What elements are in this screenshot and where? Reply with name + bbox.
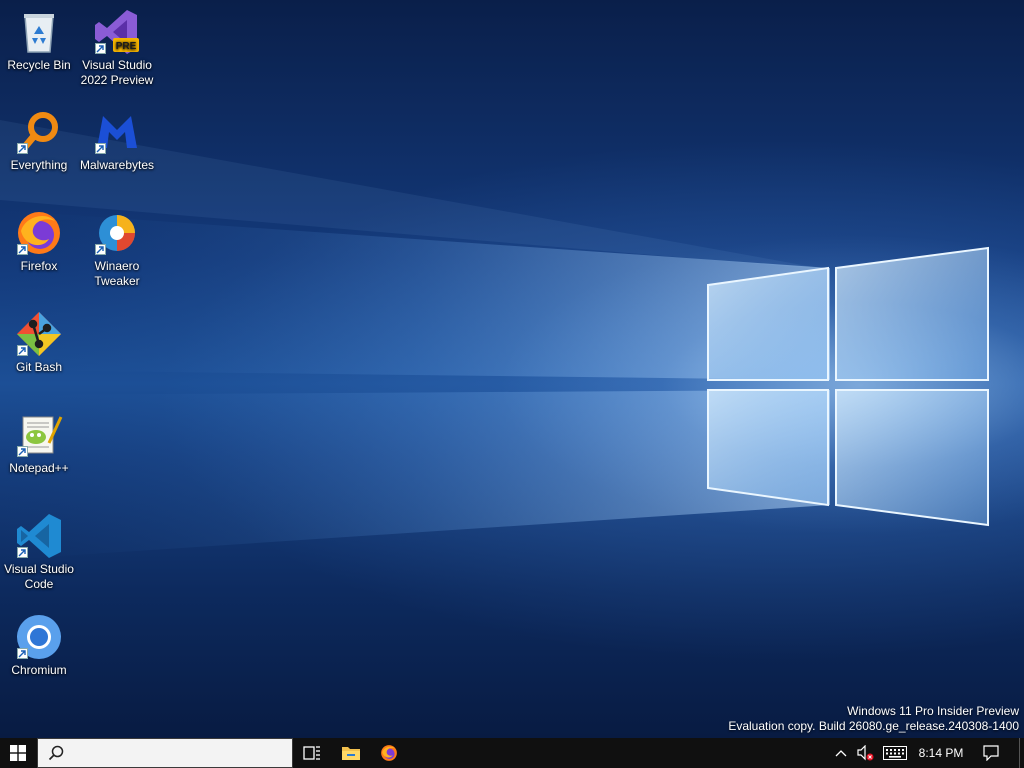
task-view-icon: [303, 746, 320, 760]
desktop-icon-chromium[interactable]: Chromium: [0, 613, 78, 678]
visual-studio-preview-icon: PRE: [93, 8, 141, 56]
preview-badge: PRE: [116, 41, 137, 52]
desktop-icon-label: Git Bash: [15, 360, 63, 374]
chromium-icon: [15, 613, 63, 661]
taskbar-clock[interactable]: 8:14 PM: [912, 738, 970, 768]
shortcut-arrow-icon: [17, 446, 28, 457]
winaero-tweaker-icon: [93, 209, 141, 257]
desktop-icon-firefox[interactable]: Firefox: [0, 209, 78, 274]
show-desktop-button[interactable]: [1019, 738, 1024, 768]
windows-logo-icon: [10, 745, 26, 761]
malwarebytes-icon: [93, 108, 141, 156]
shortcut-arrow-icon: [95, 43, 106, 54]
desktop-icon-vscode[interactable]: Visual Studio Code: [0, 512, 78, 592]
shortcut-arrow-icon: [95, 244, 106, 255]
shortcut-arrow-icon: [17, 244, 28, 255]
shortcut-arrow-icon: [17, 648, 28, 659]
desktop-icon-malwarebytes[interactable]: Malwarebytes: [78, 108, 156, 173]
start-button[interactable]: [0, 738, 36, 768]
desktop-icon-label: Notepad++: [9, 461, 69, 475]
git-bash-icon: [15, 310, 63, 358]
search-icon: [48, 745, 64, 761]
volume-button[interactable]: [854, 738, 878, 768]
desktop-icon-label: Visual Studio: [82, 58, 152, 72]
notepad-plus-plus-icon: [15, 411, 63, 459]
desktop-icon-label: Malwarebytes: [79, 158, 155, 172]
shortcut-arrow-icon: [17, 547, 28, 558]
firefox-icon: [381, 745, 397, 761]
desktop-icon-label: Chromium: [11, 663, 67, 677]
desktop-icon-label: Winaero: [94, 259, 140, 273]
watermark-edition: Windows 11 Pro Insider Preview: [847, 704, 1019, 718]
desktop-icon-label: Tweaker: [94, 274, 140, 288]
file-explorer-icon: [342, 747, 360, 760]
desktop-icon-git-bash[interactable]: Git Bash: [0, 310, 78, 375]
touch-keyboard-icon: [883, 746, 907, 760]
action-center-button[interactable]: [975, 738, 1007, 768]
watermark-build: Evaluation copy. Build 26080.ge_release.…: [728, 719, 1019, 733]
desktop-icon-recycle-bin[interactable]: Recycle Bin: [0, 8, 78, 73]
volume-muted-icon: [857, 745, 874, 761]
shortcut-arrow-icon: [95, 143, 106, 154]
desktop-icon-label: Everything: [10, 158, 68, 172]
windows-evaluation-watermark: Windows 11 Pro Insider Preview Evaluatio…: [728, 704, 1019, 734]
desktop-icon-label: Code: [24, 577, 54, 591]
desktop-icon-winaero-tweaker[interactable]: Winaero Tweaker: [78, 209, 156, 289]
recycle-bin-icon: [15, 8, 63, 56]
desktop-icon-everything[interactable]: Everything: [0, 108, 78, 173]
desktop-icon-notepad-plus-plus[interactable]: Notepad++: [0, 411, 78, 476]
task-view-button[interactable]: [296, 738, 328, 768]
clock-time: 8:14 PM: [918, 746, 964, 760]
taskbar: 8:14 PM: [0, 738, 1024, 768]
desktop-icon-label: Recycle Bin: [7, 58, 71, 72]
desktop-icon-label: Visual Studio: [4, 562, 74, 576]
search-input[interactable]: [72, 739, 286, 767]
shortcut-arrow-icon: [17, 143, 28, 154]
notification-icon: [983, 745, 999, 761]
shortcut-arrow-icon: [17, 345, 28, 356]
desktop-icon-visual-studio-preview[interactable]: PRE Visual Studio 2022 Preview: [78, 8, 156, 88]
chevron-up-icon: [835, 750, 847, 757]
desktop-icon-label: 2022 Preview: [80, 73, 154, 87]
show-hidden-icons-button[interactable]: [830, 738, 852, 768]
file-explorer-taskbar-button[interactable]: [334, 738, 368, 768]
desktop[interactable]: Recycle Bin Everything Firefox Git Bash …: [0, 0, 1024, 738]
everything-search-icon: [15, 108, 63, 156]
touch-keyboard-button[interactable]: [880, 738, 910, 768]
taskbar-search-box[interactable]: [37, 738, 293, 768]
vscode-icon: [15, 512, 63, 560]
firefox-taskbar-button[interactable]: [372, 738, 406, 768]
desktop-icon-label: Firefox: [20, 259, 58, 273]
firefox-icon: [15, 209, 63, 257]
